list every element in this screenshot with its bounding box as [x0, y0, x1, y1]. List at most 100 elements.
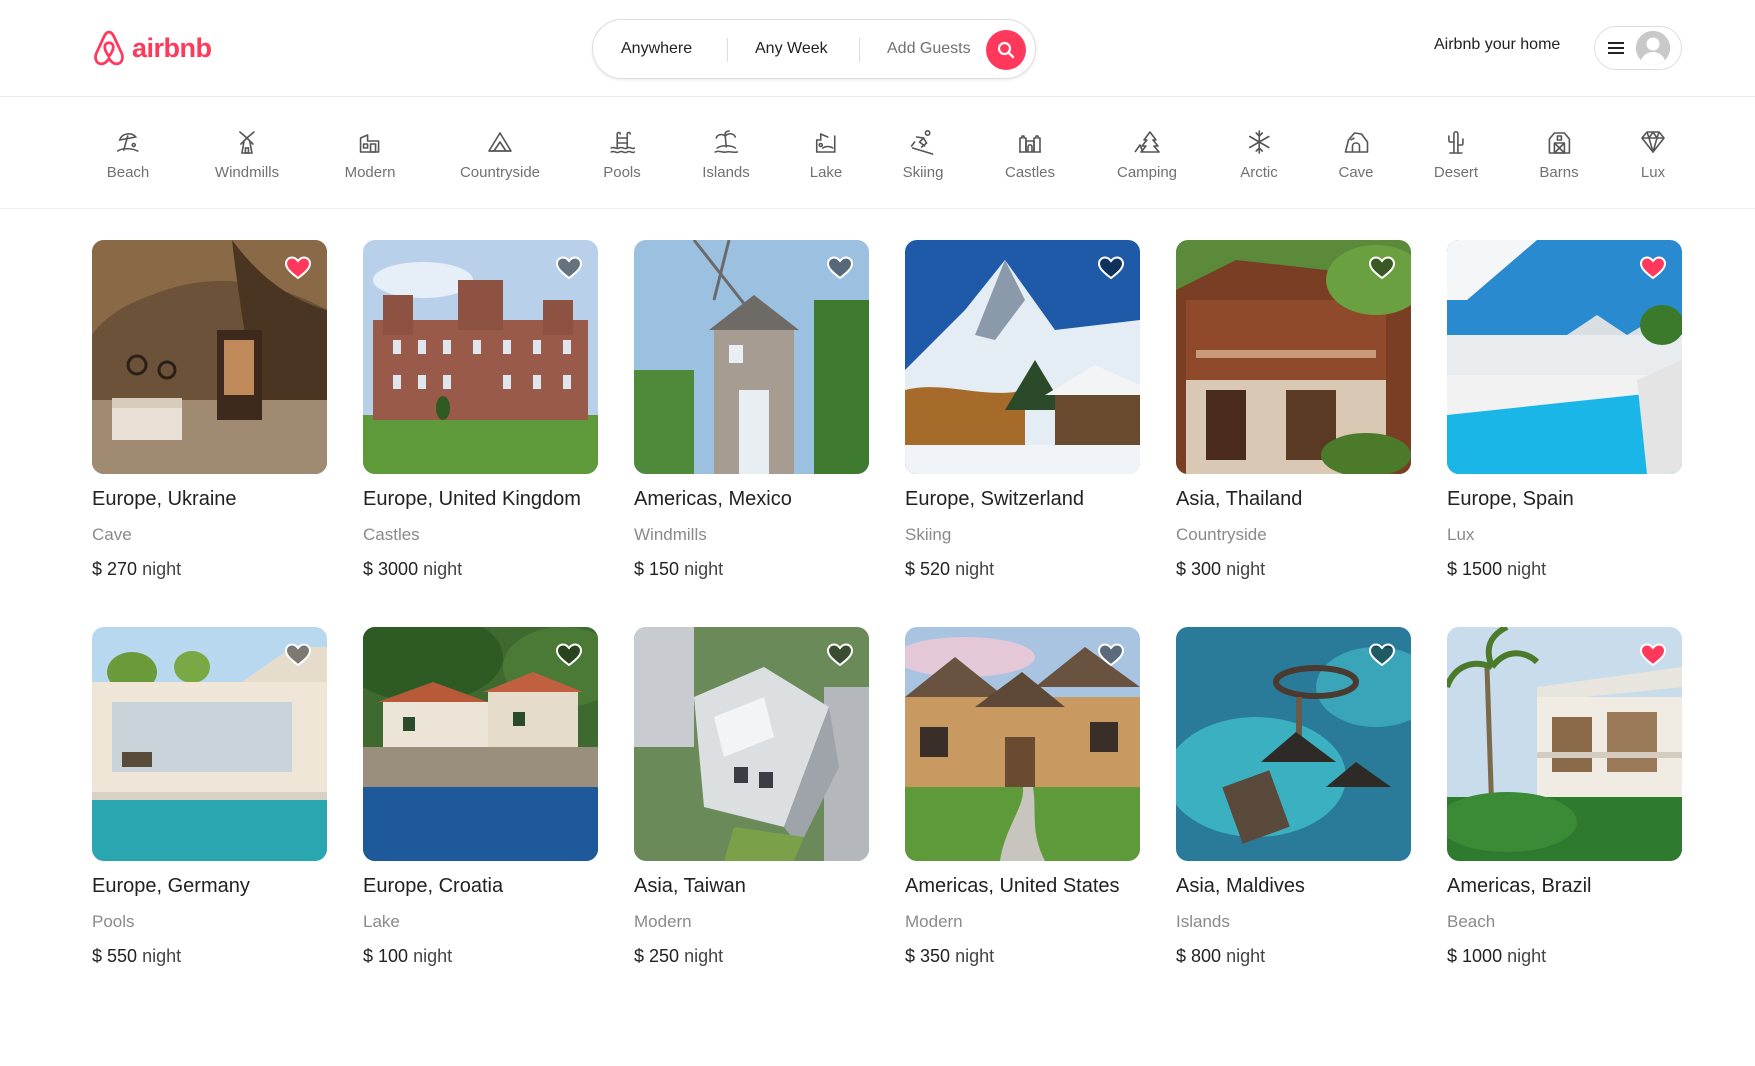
price-unit: night — [1507, 559, 1547, 579]
snowflake-icon — [1248, 130, 1270, 154]
category-camping[interactable]: Camping — [1117, 128, 1177, 181]
heart-icon — [1097, 643, 1125, 667]
listing-price: $ 350 night — [905, 946, 1140, 967]
listing-photo[interactable] — [1447, 627, 1682, 861]
price-unit: night — [142, 946, 182, 966]
favorite-button[interactable] — [284, 256, 312, 280]
heart-icon — [826, 643, 854, 667]
category-lake[interactable]: Lake — [810, 128, 842, 181]
heart-icon — [555, 256, 583, 280]
favorite-button[interactable] — [1639, 256, 1667, 280]
favorite-button[interactable] — [826, 643, 854, 667]
listing-photo[interactable] — [1176, 240, 1411, 474]
windmill-icon — [239, 131, 255, 154]
category-cave[interactable]: Cave — [1338, 128, 1374, 181]
listing-photo[interactable] — [92, 240, 327, 474]
price-amount: 250 — [649, 946, 680, 966]
favorite-button[interactable] — [1097, 643, 1125, 667]
favorite-button[interactable] — [284, 643, 312, 667]
favorite-button[interactable] — [1368, 643, 1396, 667]
search-divider — [859, 38, 860, 62]
category-barns[interactable]: Barns — [1539, 128, 1579, 181]
listing-location: Europe, Croatia — [363, 875, 504, 897]
user-menu-button[interactable] — [1594, 26, 1682, 70]
currency-symbol: $ — [363, 946, 374, 966]
price-amount: 300 — [1191, 559, 1222, 579]
search-anywhere[interactable]: Anywhere — [621, 19, 692, 79]
category-arctic[interactable]: Arctic — [1240, 128, 1278, 181]
heart-icon — [1368, 256, 1396, 280]
listing-photo[interactable] — [363, 240, 598, 474]
listing-location: Asia, Taiwan — [634, 875, 746, 897]
search-any-week[interactable]: Any Week — [755, 19, 828, 79]
category-label: Islands — [702, 164, 750, 181]
favorite-button[interactable] — [1368, 256, 1396, 280]
category-bar: Beach Windmills Modern Countryside Pools… — [0, 98, 1755, 209]
listing-card[interactable]: Americas, Brazil Beach $ 1000 night — [1447, 627, 1682, 967]
search-add-guests[interactable]: Add Guests — [887, 19, 971, 79]
category-lux[interactable]: Lux — [1639, 128, 1667, 181]
category-beach[interactable]: Beach — [107, 128, 149, 181]
listing-price: $ 800 night — [1176, 946, 1411, 967]
currency-symbol: $ — [905, 946, 916, 966]
price-unit: night — [142, 559, 182, 579]
search-button[interactable] — [986, 30, 1026, 70]
listing-card[interactable]: Europe, Croatia Lake $ 100 night — [363, 627, 598, 967]
listing-card[interactable]: Europe, Spain Lux $ 1500 night — [1447, 240, 1682, 580]
listing-card[interactable]: Europe, United Kingdom Castles $ 3000 ni… — [363, 240, 598, 580]
listing-category: Pools — [92, 912, 135, 931]
favorite-button[interactable] — [826, 256, 854, 280]
currency-symbol: $ — [92, 559, 103, 579]
cave-icon — [1344, 132, 1368, 153]
category-label: Modern — [344, 164, 396, 181]
listing-photo[interactable] — [905, 240, 1140, 474]
listing-location: Asia, Maldives — [1176, 875, 1305, 897]
currency-symbol: $ — [1447, 559, 1458, 579]
search-bar[interactable]: Anywhere Any Week Add Guests — [592, 19, 1036, 79]
listing-photo[interactable] — [1447, 240, 1682, 474]
category-islands[interactable]: Islands — [702, 128, 750, 181]
listing-card[interactable]: Europe, Germany Pools $ 550 night — [92, 627, 327, 967]
listing-location: Americas, Mexico — [634, 488, 792, 510]
listing-card[interactable]: Europe, Switzerland Skiing $ 520 night — [905, 240, 1140, 580]
currency-symbol: $ — [1176, 946, 1187, 966]
listing-card[interactable]: Europe, Ukraine Cave $ 270 night — [92, 240, 327, 580]
listing-location: Europe, Switzerland — [905, 488, 1084, 510]
countryside-icon — [488, 132, 512, 152]
category-countryside[interactable]: Countryside — [460, 128, 540, 181]
category-windmills[interactable]: Windmills — [215, 128, 279, 181]
airbnb-logo[interactable]: airbnb — [92, 28, 212, 68]
category-label: Barns — [1539, 164, 1579, 181]
airbnb-your-home-link[interactable]: Airbnb your home — [1434, 36, 1560, 54]
favorite-button[interactable] — [1097, 256, 1125, 280]
listing-photo[interactable] — [1176, 627, 1411, 861]
top-header: airbnb Anywhere Any Week Add Guests Airb… — [0, 0, 1755, 97]
listing-card[interactable]: Asia, Thailand Countryside $ 300 night — [1176, 240, 1411, 580]
modern-house-icon — [360, 134, 380, 153]
category-castles[interactable]: Castles — [1005, 128, 1055, 181]
listing-category: Modern — [905, 912, 963, 931]
listing-card[interactable]: Asia, Maldives Islands $ 800 night — [1176, 627, 1411, 967]
category-label: Cave — [1338, 164, 1374, 181]
favorite-button[interactable] — [555, 256, 583, 280]
favorite-button[interactable] — [1639, 643, 1667, 667]
price-unit: night — [1226, 946, 1266, 966]
listing-card[interactable]: Americas, Mexico Windmills $ 150 night — [634, 240, 869, 580]
island-icon — [714, 130, 738, 154]
listing-photo[interactable] — [634, 240, 869, 474]
category-modern[interactable]: Modern — [344, 128, 396, 181]
currency-symbol: $ — [1176, 559, 1187, 579]
listing-card[interactable]: Asia, Taiwan Modern $ 250 night — [634, 627, 869, 967]
listing-photo[interactable] — [905, 627, 1140, 861]
favorite-button[interactable] — [555, 643, 583, 667]
category-pools[interactable]: Pools — [603, 128, 641, 181]
listing-location: Asia, Thailand — [1176, 488, 1303, 510]
listing-photo[interactable] — [363, 627, 598, 861]
listing-photo[interactable] — [634, 627, 869, 861]
listing-category: Countryside — [1176, 525, 1267, 544]
listing-photo[interactable] — [92, 627, 327, 861]
listing-card[interactable]: Americas, United States Modern $ 350 nig… — [905, 627, 1140, 967]
price-unit: night — [413, 946, 453, 966]
category-skiing[interactable]: Skiing — [903, 128, 943, 181]
category-desert[interactable]: Desert — [1434, 128, 1478, 181]
